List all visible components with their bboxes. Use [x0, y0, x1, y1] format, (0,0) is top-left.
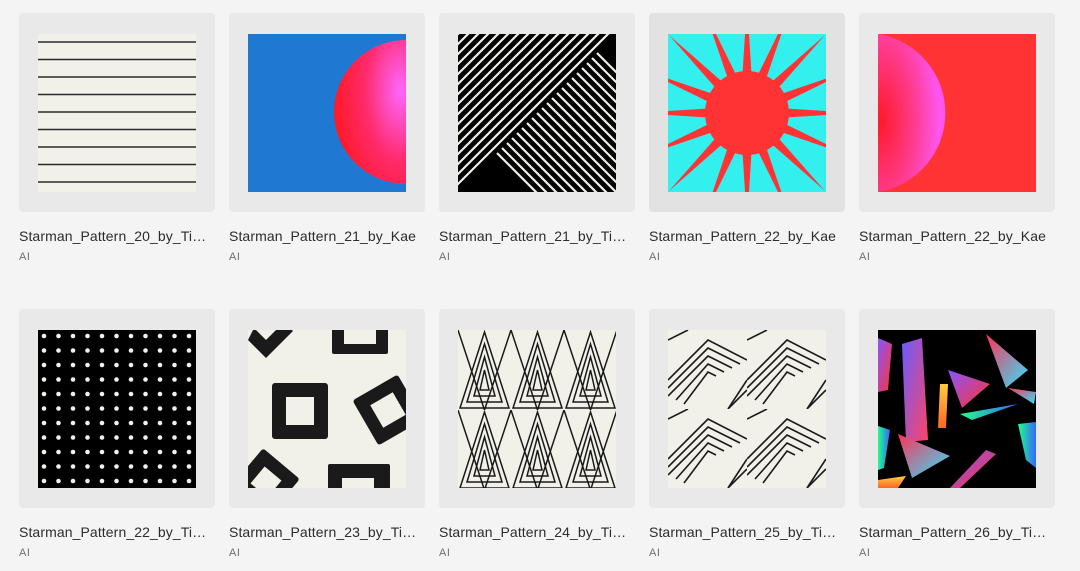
asset-thumbnail[interactable] — [859, 309, 1055, 508]
asset-title[interactable]: Starman_Pattern_24_by_Tina_Kwon — [439, 524, 629, 540]
asset-type-label: AI — [19, 251, 31, 263]
neon-shapes-pattern — [878, 330, 1036, 488]
sunburst-pattern — [668, 34, 826, 192]
asset-type-label: AI — [649, 547, 661, 559]
asset-title[interactable]: Starman_Pattern_20_by_Tina_Kwon — [19, 228, 209, 244]
asset-card-2[interactable]: Starman_Pattern_21_by_Kae AI — [229, 13, 425, 263]
asset-type-label: AI — [439, 251, 451, 263]
asset-card-6[interactable]: Starman_Pattern_22_by_Tina_Kwon AI — [19, 309, 215, 559]
asset-thumbnail[interactable] — [439, 13, 635, 212]
asset-thumbnail[interactable] — [859, 13, 1055, 212]
asset-type-label: AI — [649, 251, 661, 263]
asset-thumbnail[interactable] — [649, 13, 845, 212]
layered-zigzag-pattern — [668, 330, 826, 488]
asset-thumbnail[interactable] — [19, 13, 215, 212]
red-half-circle-pattern — [878, 34, 1036, 192]
asset-type-label: AI — [229, 547, 241, 559]
asset-card-7[interactable]: Starman_Pattern_23_by_Tina_Kwon AI — [229, 309, 425, 559]
asset-card-4[interactable]: Starman_Pattern_22_by_Kae AI — [649, 13, 845, 263]
dot-grid-pattern — [38, 330, 196, 488]
asset-thumbnail[interactable] — [229, 309, 425, 508]
asset-thumbnail[interactable] — [229, 13, 425, 212]
asset-title[interactable]: Starman_Pattern_22_by_Kae — [859, 228, 1049, 244]
asset-card-10[interactable]: Starman_Pattern_26_by_Tina_Kwon AI — [859, 309, 1055, 559]
asset-type-label: AI — [19, 547, 31, 559]
nested-triangles-pattern — [458, 330, 616, 488]
asset-thumbnail[interactable] — [19, 309, 215, 508]
asset-type-label: AI — [439, 547, 451, 559]
asset-card-9[interactable]: Starman_Pattern_25_by_Tina_Kwon AI — [649, 309, 845, 559]
asset-card-1[interactable]: Starman_Pattern_20_by_Tina_Kwon AI — [19, 13, 215, 263]
squares-pattern — [248, 330, 406, 488]
asset-title[interactable]: Starman_Pattern_23_by_Tina_Kwon — [229, 524, 419, 540]
horizontal-lines-pattern — [38, 34, 196, 192]
half-circle-gradient-pattern — [248, 34, 406, 192]
diagonal-stripes-pattern — [458, 34, 616, 192]
asset-title[interactable]: Starman_Pattern_25_by_Tina_Kwon — [649, 524, 839, 540]
asset-card-5[interactable]: Starman_Pattern_22_by_Kae AI — [859, 13, 1055, 263]
asset-title[interactable]: Starman_Pattern_21_by_Tina_Kwon — [439, 228, 629, 244]
asset-title[interactable]: Starman_Pattern_22_by_Kae — [649, 228, 839, 244]
asset-title[interactable]: Starman_Pattern_21_by_Kae — [229, 228, 419, 244]
asset-card-3[interactable]: Starman_Pattern_21_by_Tina_Kwon AI — [439, 13, 635, 263]
asset-type-label: AI — [859, 251, 871, 263]
asset-card-8[interactable]: Starman_Pattern_24_by_Tina_Kwon AI — [439, 309, 635, 559]
asset-title[interactable]: Starman_Pattern_26_by_Tina_Kwon — [859, 524, 1049, 540]
asset-thumbnail[interactable] — [649, 309, 845, 508]
asset-thumbnail[interactable] — [439, 309, 635, 508]
asset-type-label: AI — [859, 547, 871, 559]
asset-type-label: AI — [229, 251, 241, 263]
asset-title[interactable]: Starman_Pattern_22_by_Tina_Kwon — [19, 524, 209, 540]
